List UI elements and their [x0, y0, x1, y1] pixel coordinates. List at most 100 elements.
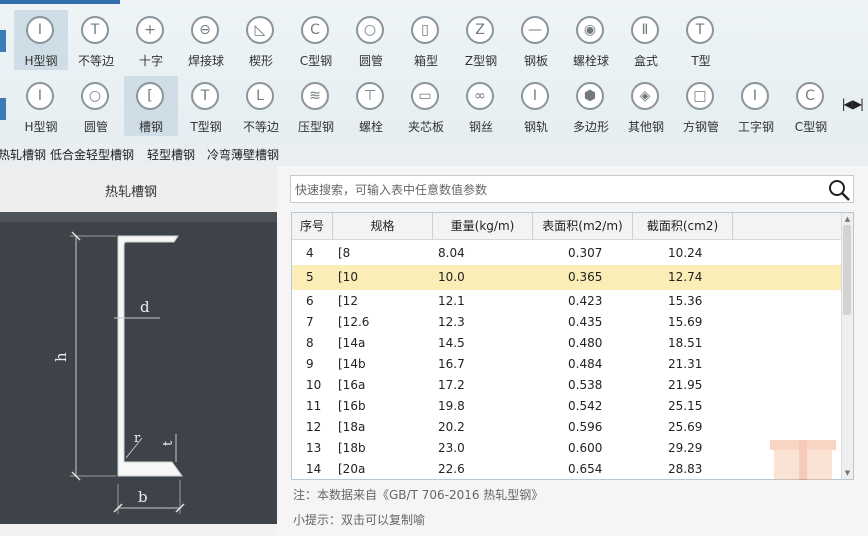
tool-round-pipe[interactable]: ○ 圆管: [69, 76, 123, 136]
col-header-weight[interactable]: 重量(kg/m): [433, 213, 533, 239]
table-row[interactable]: 7 [12.6 12.3 0.435 15.69: [292, 312, 842, 333]
tool-label: C型钢: [794, 120, 828, 134]
bolt-ball-icon: ◉: [576, 16, 604, 44]
table-row[interactable]: 10 [16a 17.2 0.538 21.95: [292, 375, 842, 396]
cell-section-area: 21.31: [668, 357, 703, 371]
tool-bolt[interactable]: ⊤ 螺栓: [344, 76, 398, 136]
tool-bolt-ball[interactable]: ◉ 螺栓球: [564, 10, 618, 70]
dim-h-label: h: [52, 352, 70, 362]
cell-surface-area: 0.654: [568, 462, 603, 476]
tool-c-steel[interactable]: C C型钢: [289, 10, 343, 70]
tool-wedge[interactable]: ◺ 楔形: [234, 10, 288, 70]
table-row[interactable]: 13 [18b 23.0 0.600 29.29: [292, 438, 842, 459]
table-scrollbar[interactable]: ▲ ▼: [841, 213, 853, 479]
cell-surface-area: 0.542: [568, 399, 603, 413]
table-header: 序号 规格 重量(kg/m) 表面积(m2/m) 截面积(cm2): [292, 213, 842, 240]
tool-box-section[interactable]: ▯ 箱型: [399, 10, 453, 70]
tab-hot-rolled-channel[interactable]: 热轧槽钢: [0, 146, 46, 163]
tool-welded-ball[interactable]: ⊖ 焊接球: [179, 10, 233, 70]
box-type-icon: Ⅱ: [631, 16, 659, 44]
sandwich-panel-icon: ▭: [411, 82, 439, 110]
col-header-surface[interactable]: 表面积(m2/m): [533, 213, 633, 239]
tool-cross[interactable]: + 十字: [124, 10, 178, 70]
cell-spec: [12: [338, 294, 358, 308]
cell-spec: [18b: [338, 441, 366, 455]
scroll-arrows[interactable]: |◀ ▶|: [842, 97, 864, 111]
table-row[interactable]: 9 [14b 16.7 0.484 21.31: [292, 354, 842, 375]
cell-index: 12: [306, 420, 322, 434]
table-row[interactable]: 4 [8 8.04 0.307 10.24: [292, 243, 842, 264]
tab-low-alloy-channel[interactable]: 低合金轻型槽钢: [50, 146, 134, 163]
tool-other-steel[interactable]: ◈ 其他钢: [619, 76, 673, 136]
table-row[interactable]: 8 [14a 14.5 0.480 18.51: [292, 333, 842, 354]
table-row[interactable]: 6 [12 12.1 0.423 15.36: [292, 291, 842, 312]
tool-polygon[interactable]: ⬢ 多边形: [564, 76, 618, 136]
cell-weight: 20.2: [438, 420, 465, 434]
tool-t-section[interactable]: T T型: [674, 10, 728, 70]
dim-d-label: d: [140, 298, 150, 316]
cell-index: 10: [306, 378, 322, 392]
tool-label: T型: [691, 54, 711, 68]
i-beam-icon: I: [741, 82, 769, 110]
tool-profiled-steel[interactable]: ≋ 压型钢: [289, 76, 343, 136]
polygon-icon: ⬢: [576, 82, 604, 110]
cell-surface-area: 0.484: [568, 357, 603, 371]
tool-steel-plate[interactable]: — 钢板: [509, 10, 563, 70]
steel-wire-icon: ∞: [466, 82, 494, 110]
tool-channel-steel[interactable]: [槽钢: [124, 76, 178, 136]
round-pipe-icon: ○: [356, 16, 384, 44]
tool-round-pipe[interactable]: ○ 圆管: [344, 10, 398, 70]
cell-spec: [14a: [338, 336, 366, 350]
unequal-angle-icon: T: [81, 16, 109, 44]
cell-weight: 23.0: [438, 441, 465, 455]
tool-z-steel[interactable]: Z Z型钢: [454, 10, 508, 70]
tool-box-type[interactable]: Ⅱ 盒式: [619, 10, 673, 70]
dim-b-label: b: [138, 488, 148, 506]
cell-surface-area: 0.435: [568, 315, 603, 329]
tab-cold-formed-channel[interactable]: 冷弯薄壁槽钢: [207, 146, 279, 163]
diagram-top-bar: [0, 212, 277, 222]
toolbar-row-1: I H型钢 T 不等边 + 十字 ⊖ 焊接球 ◺ 楔形 C C型钢 ○ 圆管 ▯ 箱型 Z Z型钢 — 钢板 ◉ 螺栓球 Ⅱ…: [0, 10, 868, 76]
search-input[interactable]: [293, 178, 827, 202]
tool-sandwich-panel[interactable]: ▭ 夹芯板: [399, 76, 453, 136]
wedge-icon: ◺: [246, 16, 274, 44]
cell-section-area: 18.51: [668, 336, 703, 350]
cell-index: 13: [306, 441, 322, 455]
box-section-icon: ▯: [411, 16, 439, 44]
cell-spec: [12.6: [338, 315, 370, 329]
table-row[interactable]: 11 [16b 19.8 0.542 25.15: [292, 396, 842, 417]
tool-i-beam[interactable]: I 工字钢: [729, 76, 783, 136]
tool-h-beam[interactable]: I H型钢: [14, 10, 68, 70]
dim-t-label: t: [161, 440, 176, 446]
cell-index: 4: [306, 246, 314, 260]
title-strip: [0, 0, 120, 4]
tool-unequal-angle[interactable]: T 不等边: [69, 10, 123, 70]
col-header-spec[interactable]: 规格: [333, 213, 433, 239]
cell-section-area: 12.74: [668, 270, 703, 284]
scroll-down-icon[interactable]: ▼: [843, 468, 852, 478]
cell-index: 9: [306, 357, 314, 371]
scroll-thumb[interactable]: [843, 225, 851, 315]
tool-steel-wire[interactable]: ∞ 钢丝: [454, 76, 508, 136]
cell-section-area: 21.95: [668, 378, 703, 392]
tool-square-tube[interactable]: □ 方钢管: [674, 76, 728, 136]
tool-rail[interactable]: I 钢轨: [509, 76, 563, 136]
col-header-index[interactable]: 序号: [292, 213, 333, 239]
profiled-steel-icon: ≋: [301, 82, 329, 110]
scroll-up-icon[interactable]: ▲: [843, 214, 852, 224]
tool-t-steel[interactable]: T T型钢: [179, 76, 233, 136]
tool-unequal-angle[interactable]: L 不等边: [234, 76, 288, 136]
steel-plate-icon: —: [521, 16, 549, 44]
tab-light-channel[interactable]: 轻型槽钢: [147, 146, 195, 163]
table-row[interactable]: 14 [20a 22.6 0.654 28.83: [292, 459, 842, 479]
tool-h-beam[interactable]: I H型钢: [14, 76, 68, 136]
table-row[interactable]: 5 [10 10.0 0.365 12.74: [292, 265, 842, 290]
search-icon[interactable]: [827, 178, 851, 202]
col-header-area[interactable]: 截面积(cm2): [633, 213, 733, 239]
tool-c-steel[interactable]: C C型钢: [784, 76, 838, 136]
search-box: [290, 175, 854, 203]
table-row[interactable]: 12 [18a 20.2 0.596 25.69: [292, 417, 842, 438]
table-body: 4 [8 8.04 0.307 10.24 5 [10 10.0 0.365 12.74 6 [12 1…: [292, 243, 842, 479]
channel-subtabs: 热轧槽钢 低合金轻型槽钢 轻型槽钢 冷弯薄壁槽钢: [0, 142, 868, 167]
cell-surface-area: 0.480: [568, 336, 603, 350]
